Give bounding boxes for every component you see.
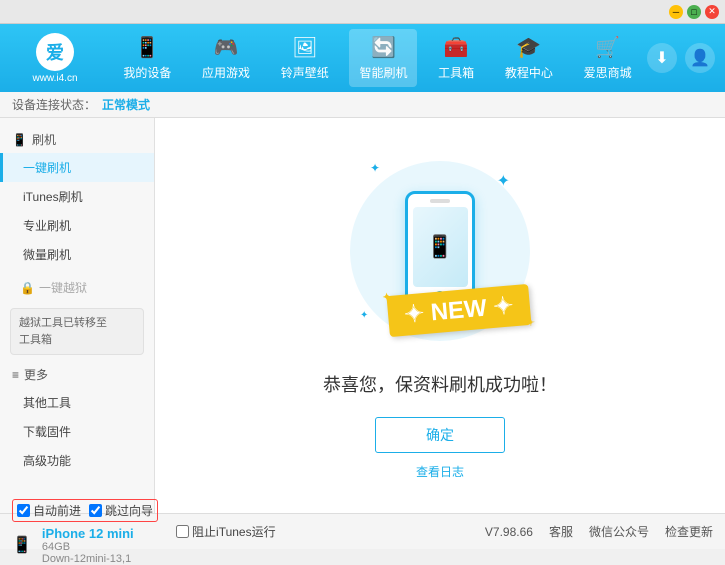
title-bar: ─ □ ✕: [0, 0, 725, 24]
phone-illustration: ✦ ✦ ✦ 📱 ✦ NEW ✦: [340, 151, 540, 351]
main-layout: 📱 刷机 一键刷机 iTunes刷机 专业刷机 微量刷机 🔒 一键越狱 越狱工: [0, 118, 725, 513]
sparkle-1-icon: ✦: [497, 171, 510, 191]
sidebar-item-wipe-flash[interactable]: 微量刷机: [0, 240, 154, 269]
logo-url: www.i4.cn: [32, 73, 77, 84]
nav-item-tutorial[interactable]: 🎓 教程中心: [495, 29, 563, 87]
sidebar-item-one-click-flash[interactable]: 一键刷机: [0, 153, 154, 182]
footer-right: V7.98.66 客服 微信公众号 检查更新: [485, 523, 713, 540]
status-value: 正常模式: [102, 96, 150, 113]
sidebar-section-more-title: ≡ 更多: [0, 361, 154, 388]
jailbreak-info: 越狱工具已转移至工具箱: [10, 308, 144, 355]
flash-section-icon: 📱: [12, 133, 27, 147]
sidebar-section-flash: 📱 刷机 一键刷机 iTunes刷机 专业刷机 微量刷机: [0, 126, 154, 269]
customer-service-link[interactable]: 客服: [549, 523, 573, 540]
nav-item-mall[interactable]: 🛒 爱思商城: [574, 29, 642, 87]
sidebar-item-other-tools[interactable]: 其他工具: [0, 388, 154, 417]
nav-item-toolbox[interactable]: 🧰 工具箱: [428, 29, 484, 87]
nav-bar: 📱 我的设备 🎮 应用游戏 🖼 铃声壁纸 🔄 智能刷机 🧰 工具箱 🎓 教程中心…: [108, 29, 647, 87]
sidebar-jailbreak-label: 🔒 一键越狱: [0, 273, 154, 302]
device-info: iPhone 12 mini 64GB Down-12mini-13,1: [42, 526, 134, 565]
app-game-icon: 🎮: [214, 35, 239, 60]
nav-label-tutorial: 教程中心: [505, 64, 553, 81]
stop-itunes-label[interactable]: 阻止iTunes运行: [176, 523, 276, 540]
sparkle-3-icon: ✦: [360, 310, 368, 321]
view-log-link[interactable]: 查看日志: [416, 463, 464, 480]
smart-flash-icon: 🔄: [371, 35, 396, 60]
tutorial-icon: 🎓: [516, 35, 541, 60]
user-button[interactable]: 👤: [685, 43, 715, 73]
lock-icon: 🔒: [20, 281, 35, 295]
confirm-button[interactable]: 确定: [375, 417, 505, 453]
sidebar-item-advanced[interactable]: 高级功能: [0, 446, 154, 475]
sidebar-section-jailbreak: 🔒 一键越狱 越狱工具已转移至工具箱: [0, 273, 154, 355]
device-phone-icon: 📱: [12, 535, 32, 555]
sidebar-item-pro-flash[interactable]: 专业刷机: [0, 211, 154, 240]
download-button[interactable]: ⬇: [647, 43, 677, 73]
footer: 自动前进 跳过向导 📱 iPhone 12 mini 64GB Down-12m…: [0, 513, 725, 549]
phone-screen-inner: 📱: [426, 234, 453, 260]
sidebar-item-download-firmware[interactable]: 下载固件: [0, 417, 154, 446]
header: 爱 www.i4.cn 📱 我的设备 🎮 应用游戏 🖼 铃声壁纸 🔄 智能刷机 …: [0, 24, 725, 92]
status-bar: 设备连接状态： 正常模式: [0, 92, 725, 118]
minimize-button[interactable]: ─: [669, 5, 683, 19]
success-title: 恭喜您，保资料刷机成功啦！: [323, 371, 557, 397]
nav-item-wallpaper[interactable]: 🖼 铃声壁纸: [271, 29, 339, 87]
sidebar-section-more: ≡ 更多 其他工具 下载固件 高级功能: [0, 361, 154, 475]
nav-item-smart-flash[interactable]: 🔄 智能刷机: [349, 29, 417, 87]
nav-item-my-device[interactable]: 📱 我的设备: [113, 29, 181, 87]
close-button[interactable]: ✕: [705, 5, 719, 19]
nav-label-app-game: 应用游戏: [202, 64, 250, 81]
new-banner-text: ✦ NEW ✦: [387, 284, 532, 337]
toolbox-icon: 🧰: [444, 35, 469, 60]
phone-notch: [430, 199, 450, 203]
device-storage: 64GB: [42, 541, 134, 553]
logo-icon: 爱: [36, 33, 74, 71]
wechat-public-link[interactable]: 微信公众号: [589, 523, 649, 540]
sidebar-item-itunes-flash[interactable]: iTunes刷机: [0, 182, 154, 211]
nav-label-my-device: 我的设备: [123, 64, 171, 81]
version-text: V7.98.66: [485, 525, 533, 539]
logo[interactable]: 爱 www.i4.cn: [10, 33, 100, 84]
phone-screen: 📱: [413, 207, 468, 287]
sidebar: 📱 刷机 一键刷机 iTunes刷机 专业刷机 微量刷机 🔒 一键越狱 越狱工: [0, 118, 155, 513]
my-device-icon: 📱: [135, 35, 160, 60]
nav-label-wallpaper: 铃声壁纸: [281, 64, 329, 81]
device-model: Down-12mini-13,1: [42, 553, 134, 565]
nav-label-smart-flash: 智能刷机: [359, 64, 407, 81]
auto-forward-label[interactable]: 自动前进: [17, 502, 81, 519]
mall-icon: 🛒: [595, 35, 620, 60]
sparkle-2-icon: ✦: [370, 161, 380, 175]
stop-itunes-checkbox[interactable]: [176, 525, 189, 538]
main-content: ✦ ✦ ✦ 📱 ✦ NEW ✦ 恭喜您，保资料刷机成功啦！ 确定 查看日志: [155, 118, 725, 513]
checkbox-group: 自动前进 跳过向导: [12, 499, 158, 522]
wallpaper-icon: 🖼: [292, 35, 317, 60]
check-update-link[interactable]: 检查更新: [665, 523, 713, 540]
skip-guide-label[interactable]: 跳过向导: [89, 502, 153, 519]
nav-label-mall: 爱思商城: [584, 64, 632, 81]
status-label: 设备连接状态：: [12, 96, 96, 113]
header-right: ⬇ 👤: [647, 43, 715, 73]
skip-guide-checkbox[interactable]: [89, 504, 102, 517]
maximize-button[interactable]: □: [687, 5, 701, 19]
more-section-icon: ≡: [12, 368, 19, 382]
device-name: iPhone 12 mini: [42, 526, 134, 541]
sidebar-section-flash-title: 📱 刷机: [0, 126, 154, 153]
new-ribbon: ✦ NEW ✦: [388, 290, 530, 331]
nav-label-toolbox: 工具箱: [438, 64, 474, 81]
auto-forward-checkbox[interactable]: [17, 504, 30, 517]
nav-item-app-game[interactable]: 🎮 应用游戏: [192, 29, 260, 87]
footer-left: 自动前进 跳过向导 📱 iPhone 12 mini 64GB Down-12m…: [12, 499, 485, 565]
